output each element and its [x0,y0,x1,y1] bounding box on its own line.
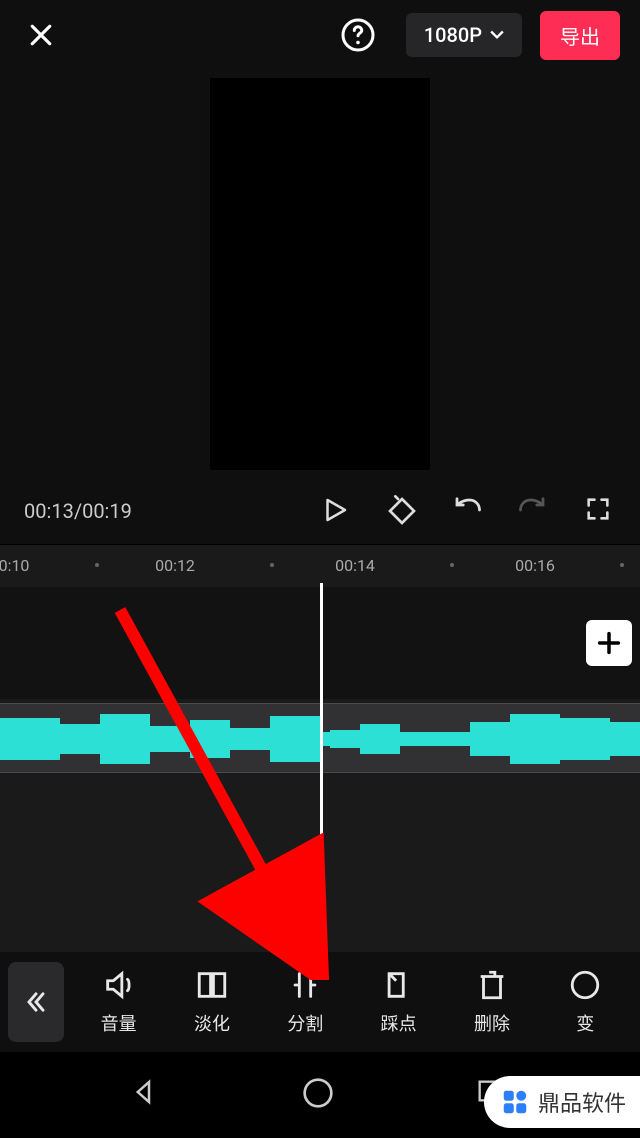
split-icon [288,968,322,1002]
fade-icon [195,968,229,1002]
ruler-tick [270,563,274,567]
tool-label: 淡化 [194,1010,230,1036]
resolution-label: 1080P [424,23,482,47]
playhead[interactable] [320,583,323,937]
ruler-tick [95,563,99,567]
volume-icon [102,968,136,1002]
ruler-label: 00:16 [515,556,555,575]
collapse-toolbar-button[interactable] [8,962,64,1042]
timeline[interactable]: 0:10 00:12 00:14 00:16 [0,544,640,954]
tool-label: 删除 [474,1010,510,1036]
speed-icon [568,968,602,1002]
ruler-label: 00:14 [335,556,375,575]
preview-area [0,70,640,478]
close-button[interactable] [25,19,57,51]
export-button[interactable]: 导出 [540,11,620,60]
chevron-down-icon [490,30,504,40]
nav-back-icon[interactable] [129,1077,165,1113]
ruler-label: 00:12 [155,556,195,575]
ruler-tick [620,563,624,567]
nav-home-icon[interactable] [302,1077,338,1113]
timecode: 00:13/00:19 [24,499,132,523]
undo-button[interactable] [452,495,484,527]
tool-beat[interactable]: 踩点 [352,968,445,1036]
time-ruler[interactable]: 0:10 00:12 00:14 00:16 [0,545,640,585]
tool-label: 音量 [101,1010,137,1036]
fullscreen-button[interactable] [584,495,616,527]
tool-label: 变 [576,1010,594,1036]
tool-speed[interactable]: 变 [539,968,632,1036]
redo-button[interactable] [518,495,550,527]
ruler-tick [450,563,454,567]
ruler-label: 0:10 [0,556,29,575]
tool-split[interactable]: 分割 [259,968,352,1036]
tool-label: 踩点 [381,1010,417,1036]
help-icon[interactable] [340,17,376,53]
tool-delete[interactable]: 删除 [445,968,538,1036]
tool-label: 分割 [287,1010,323,1036]
brand-watermark: 鼎品软件 [484,1076,640,1128]
delete-icon [475,968,509,1002]
tool-fade[interactable]: 淡化 [165,968,258,1036]
tool-volume[interactable]: 音量 [72,968,165,1036]
add-clip-button[interactable] [586,620,632,666]
keyframe-button[interactable] [386,495,418,527]
play-button[interactable] [320,495,352,527]
video-canvas[interactable] [210,78,430,470]
resolution-selector[interactable]: 1080P [406,13,522,57]
beat-icon [382,968,416,1002]
